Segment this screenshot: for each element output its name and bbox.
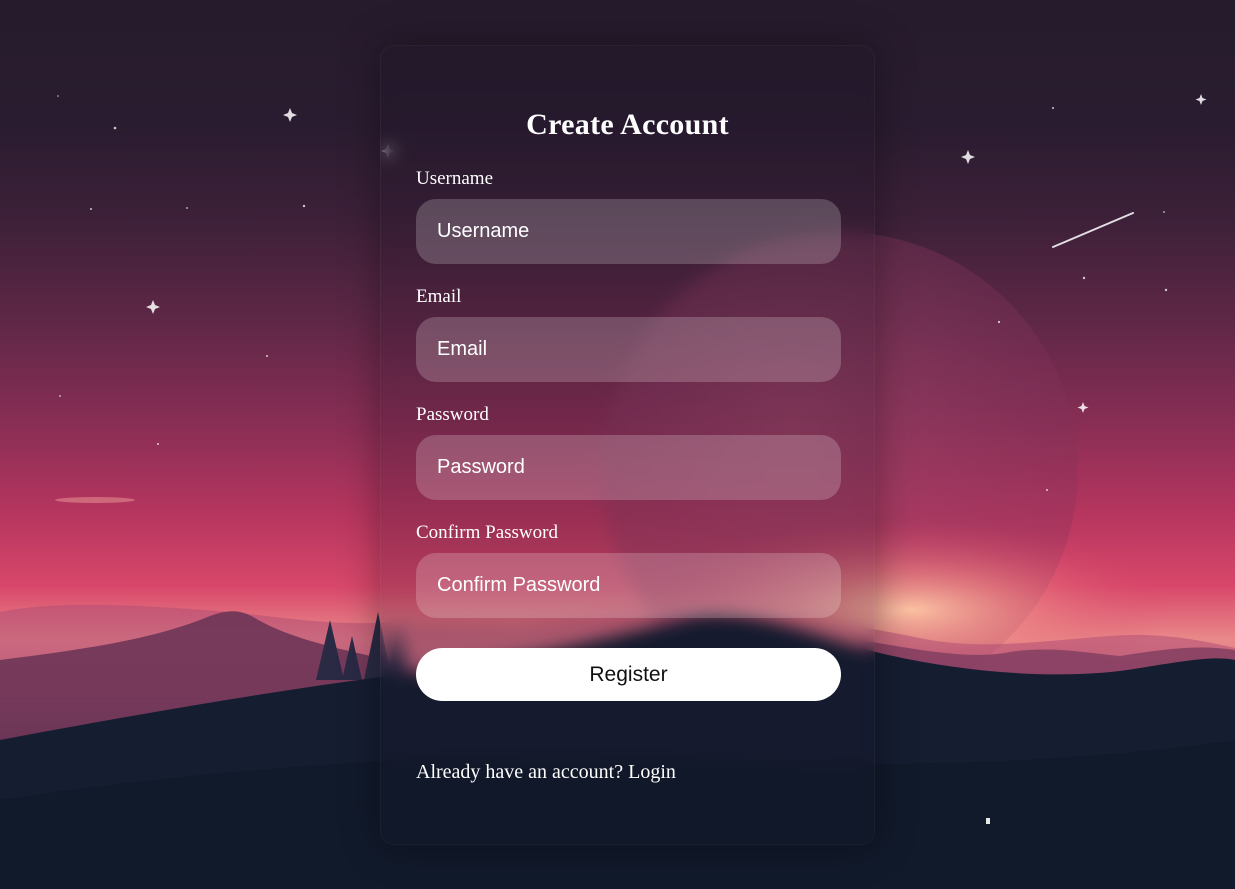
email-label: Email	[416, 286, 462, 307]
confirm-password-input[interactable]	[416, 553, 841, 618]
username-label: Username	[416, 168, 494, 189]
login-prompt-text: Already have an account?	[416, 761, 624, 783]
email-input[interactable]	[416, 317, 841, 382]
ground-light	[986, 818, 990, 824]
page-title: Create Account	[526, 108, 729, 141]
password-input[interactable]	[416, 435, 841, 500]
confirm-password-label: Confirm Password	[416, 522, 558, 543]
cloud-streak	[55, 497, 135, 503]
shooting-star	[1052, 212, 1134, 248]
login-prompt: Already have an account? Login	[416, 761, 839, 784]
register-card: Create Account Username Email Password C…	[380, 45, 875, 845]
username-input[interactable]	[416, 199, 841, 264]
login-link[interactable]: Login	[628, 761, 676, 783]
register-button[interactable]: Register	[416, 648, 841, 701]
password-label: Password	[416, 404, 489, 425]
